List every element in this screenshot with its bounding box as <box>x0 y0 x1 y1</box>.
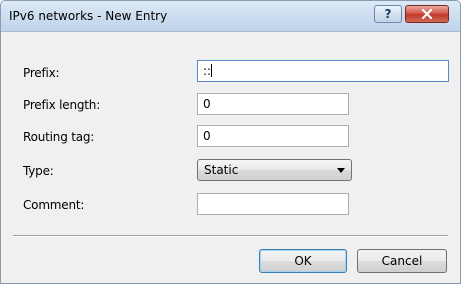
dialog-window: IPv6 networks - New Entry ? Prefix: :: P… <box>0 0 461 284</box>
type-selected-value: Static <box>204 163 239 177</box>
type-select[interactable]: Static <box>197 159 352 181</box>
routing-tag-input[interactable]: 0 <box>197 125 349 147</box>
prefix-length-value: 0 <box>203 97 211 111</box>
prefix-length-input[interactable]: 0 <box>197 93 349 115</box>
close-button[interactable] <box>405 5 449 23</box>
type-label: Type: <box>23 164 54 178</box>
cancel-button-label: Cancel <box>381 254 423 268</box>
comment-label: Comment: <box>23 198 85 212</box>
separator-line <box>13 235 448 237</box>
dialog-content: Prefix: :: Prefix length: 0 Routing tag:… <box>1 32 460 283</box>
prefix-label: Prefix: <box>23 66 60 80</box>
help-icon: ? <box>384 7 392 21</box>
ok-button-label: OK <box>294 254 312 268</box>
window-title: IPv6 networks - New Entry <box>9 9 168 23</box>
title-bar[interactable]: IPv6 networks - New Entry ? <box>1 1 460 32</box>
close-icon <box>421 9 433 19</box>
prefix-value: :: <box>203 64 212 78</box>
cancel-button[interactable]: Cancel <box>357 249 447 273</box>
comment-input[interactable] <box>197 193 349 215</box>
text-caret <box>211 64 213 77</box>
dropdown-arrow-icon <box>337 168 345 173</box>
help-button[interactable]: ? <box>374 5 402 23</box>
routing-tag-value: 0 <box>203 129 211 143</box>
ok-button[interactable]: OK <box>259 249 347 273</box>
prefix-length-label: Prefix length: <box>23 98 101 112</box>
routing-tag-label: Routing tag: <box>23 130 95 144</box>
prefix-input[interactable]: :: <box>197 60 449 82</box>
